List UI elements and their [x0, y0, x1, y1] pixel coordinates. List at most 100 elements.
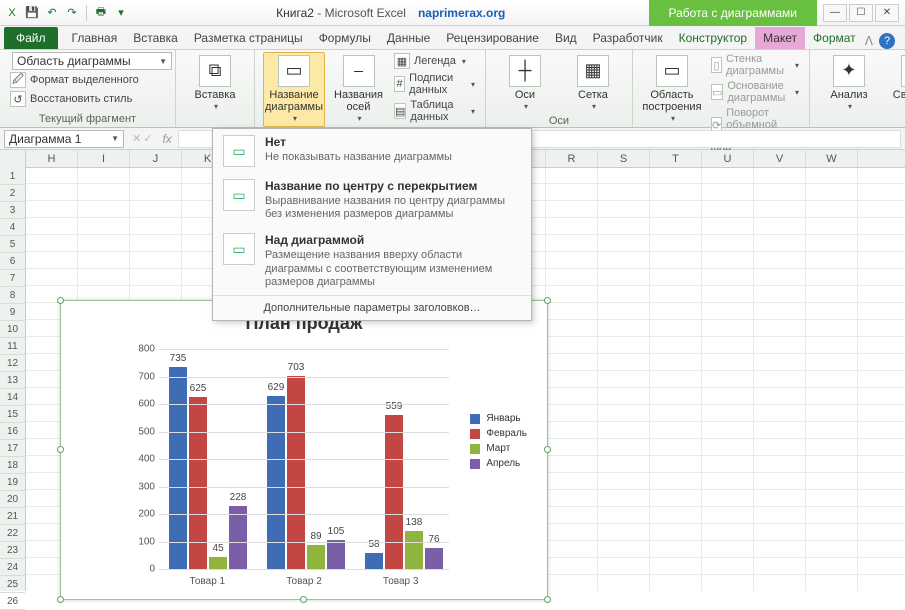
bar[interactable]: 228: [229, 506, 247, 569]
close-button[interactable]: ✕: [875, 4, 899, 22]
legend-item[interactable]: Апрель: [470, 458, 527, 469]
reset-style-button[interactable]: ↺ Восстановить стиль: [8, 90, 167, 108]
insert-button[interactable]: ⧉ Вставка▾: [184, 52, 246, 115]
menu-item-more-options[interactable]: Дополнительные параметры заголовков…: [213, 295, 531, 320]
bar[interactable]: 138: [405, 531, 423, 569]
row-header[interactable]: 19: [0, 474, 25, 491]
tab-review[interactable]: Рецензирование: [438, 27, 547, 49]
tab-chart-layout[interactable]: Макет: [755, 27, 805, 49]
bar[interactable]: 559: [385, 415, 403, 569]
row-header[interactable]: 16: [0, 423, 25, 440]
chart-legend[interactable]: ЯнварьФевральМартАпрель: [470, 409, 527, 473]
tab-view[interactable]: Вид: [547, 27, 585, 49]
legend-button[interactable]: ▦Легенда▾: [392, 52, 477, 70]
col-header[interactable]: V: [754, 150, 806, 167]
gridlines-button[interactable]: ▦ Сетка▾: [562, 52, 624, 115]
col-header[interactable]: S: [598, 150, 650, 167]
col-header[interactable]: R: [546, 150, 598, 167]
row-headers[interactable]: 1234567891011121314151617181920212223242…: [0, 150, 26, 591]
resize-handle[interactable]: [544, 596, 551, 603]
legend-item[interactable]: Январь: [470, 413, 527, 424]
row-header[interactable]: 22: [0, 525, 25, 542]
resize-handle[interactable]: [544, 297, 551, 304]
row-header[interactable]: 7: [0, 270, 25, 287]
row-header[interactable]: 2: [0, 185, 25, 202]
row-header[interactable]: 3: [0, 202, 25, 219]
resize-handle[interactable]: [57, 446, 64, 453]
resize-handle[interactable]: [544, 446, 551, 453]
save-icon[interactable]: 💾: [24, 5, 40, 21]
resize-handle[interactable]: [300, 596, 307, 603]
axes-button[interactable]: ┼ Оси▾: [494, 52, 556, 115]
row-header[interactable]: 5: [0, 236, 25, 253]
bar[interactable]: 89: [307, 545, 325, 569]
chart-title-button[interactable]: ▭ Название диаграммы▾: [263, 52, 325, 127]
row-header[interactable]: 4: [0, 219, 25, 236]
tab-page-layout[interactable]: Разметка страницы: [186, 27, 311, 49]
tab-insert[interactable]: Вставка: [125, 27, 186, 49]
menu-item-centered-overlay[interactable]: ▭ Название по центру с перекрытиемВыравн…: [213, 173, 531, 227]
tab-data[interactable]: Данные: [379, 27, 438, 49]
row-header[interactable]: 6: [0, 253, 25, 270]
bar[interactable]: 105: [327, 540, 345, 569]
row-header[interactable]: 12: [0, 355, 25, 372]
tab-formulas[interactable]: Формулы: [311, 27, 379, 49]
row-header[interactable]: 14: [0, 389, 25, 406]
row-header[interactable]: 18: [0, 457, 25, 474]
menu-item-above-chart[interactable]: ▭ Над диаграммойРазмещение названия ввер…: [213, 227, 531, 295]
legend-item[interactable]: Февраль: [470, 428, 527, 439]
redo-icon[interactable]: ↷: [64, 5, 80, 21]
row-header[interactable]: 10: [0, 321, 25, 338]
row-header[interactable]: 9: [0, 304, 25, 321]
row-header[interactable]: 1: [0, 168, 25, 185]
resize-handle[interactable]: [57, 596, 64, 603]
bar[interactable]: 58: [365, 553, 383, 569]
resize-handle[interactable]: [57, 297, 64, 304]
format-selection-button[interactable]: 🖉 Формат выделенного: [8, 71, 167, 89]
row-header[interactable]: 11: [0, 338, 25, 355]
row-header[interactable]: 8: [0, 287, 25, 304]
col-header[interactable]: T: [650, 150, 702, 167]
row-header[interactable]: 21: [0, 508, 25, 525]
help-icon[interactable]: ?: [879, 33, 895, 49]
minimize-button[interactable]: —: [823, 4, 847, 22]
maximize-button[interactable]: ☐: [849, 4, 873, 22]
bar[interactable]: 45: [209, 557, 227, 569]
bar[interactable]: 76: [425, 548, 443, 569]
data-table-button[interactable]: ▤Таблица данных▾: [392, 98, 477, 124]
chart-element-selector[interactable]: Область диаграммы▼: [12, 52, 172, 70]
row-header[interactable]: 23: [0, 542, 25, 559]
row-header[interactable]: 26: [0, 593, 25, 610]
menu-item-none[interactable]: ▭ НетНе показывать название диаграммы: [213, 129, 531, 173]
plot-area[interactable]: 0100200300400500600700800 73562545228629…: [119, 349, 449, 569]
row-header[interactable]: 15: [0, 406, 25, 423]
properties-button[interactable]: ⚙ Свойства: [886, 52, 905, 104]
tab-chart-design[interactable]: Конструктор: [671, 27, 755, 49]
tab-chart-format[interactable]: Формат: [805, 27, 864, 49]
bar[interactable]: 629: [267, 396, 285, 569]
data-labels-button[interactable]: #Подписи данных▾: [392, 71, 477, 97]
plot-area-button[interactable]: ▭ Область построения▾: [641, 52, 703, 127]
qat-more-icon[interactable]: ▾: [113, 5, 129, 21]
row-header[interactable]: 13: [0, 372, 25, 389]
col-header[interactable]: I: [78, 150, 130, 167]
col-header[interactable]: J: [130, 150, 182, 167]
tab-file[interactable]: Файл: [4, 27, 58, 49]
tab-home[interactable]: Главная: [64, 27, 126, 49]
site-link[interactable]: naprimerax.org: [418, 6, 505, 20]
axis-titles-button[interactable]: ⎯ Названия осей▾: [331, 52, 386, 127]
embedded-chart[interactable]: План продаж 0100200300400500600700800 73…: [60, 300, 548, 600]
bar[interactable]: 735: [169, 367, 187, 569]
col-header[interactable]: W: [806, 150, 858, 167]
fx-icon[interactable]: fx: [156, 132, 177, 146]
name-box[interactable]: Диаграмма 1▼: [4, 130, 124, 148]
ribbon-minimize-icon[interactable]: ᐱ: [865, 34, 873, 48]
row-header[interactable]: 25: [0, 576, 25, 593]
col-header[interactable]: H: [26, 150, 78, 167]
bar[interactable]: 625: [189, 397, 207, 569]
quickprint-icon[interactable]: 🖶: [93, 5, 109, 21]
analysis-button[interactable]: ✦ Анализ▾: [818, 52, 880, 115]
undo-icon[interactable]: ↶: [44, 5, 60, 21]
row-header[interactable]: 24: [0, 559, 25, 576]
row-header[interactable]: 20: [0, 491, 25, 508]
